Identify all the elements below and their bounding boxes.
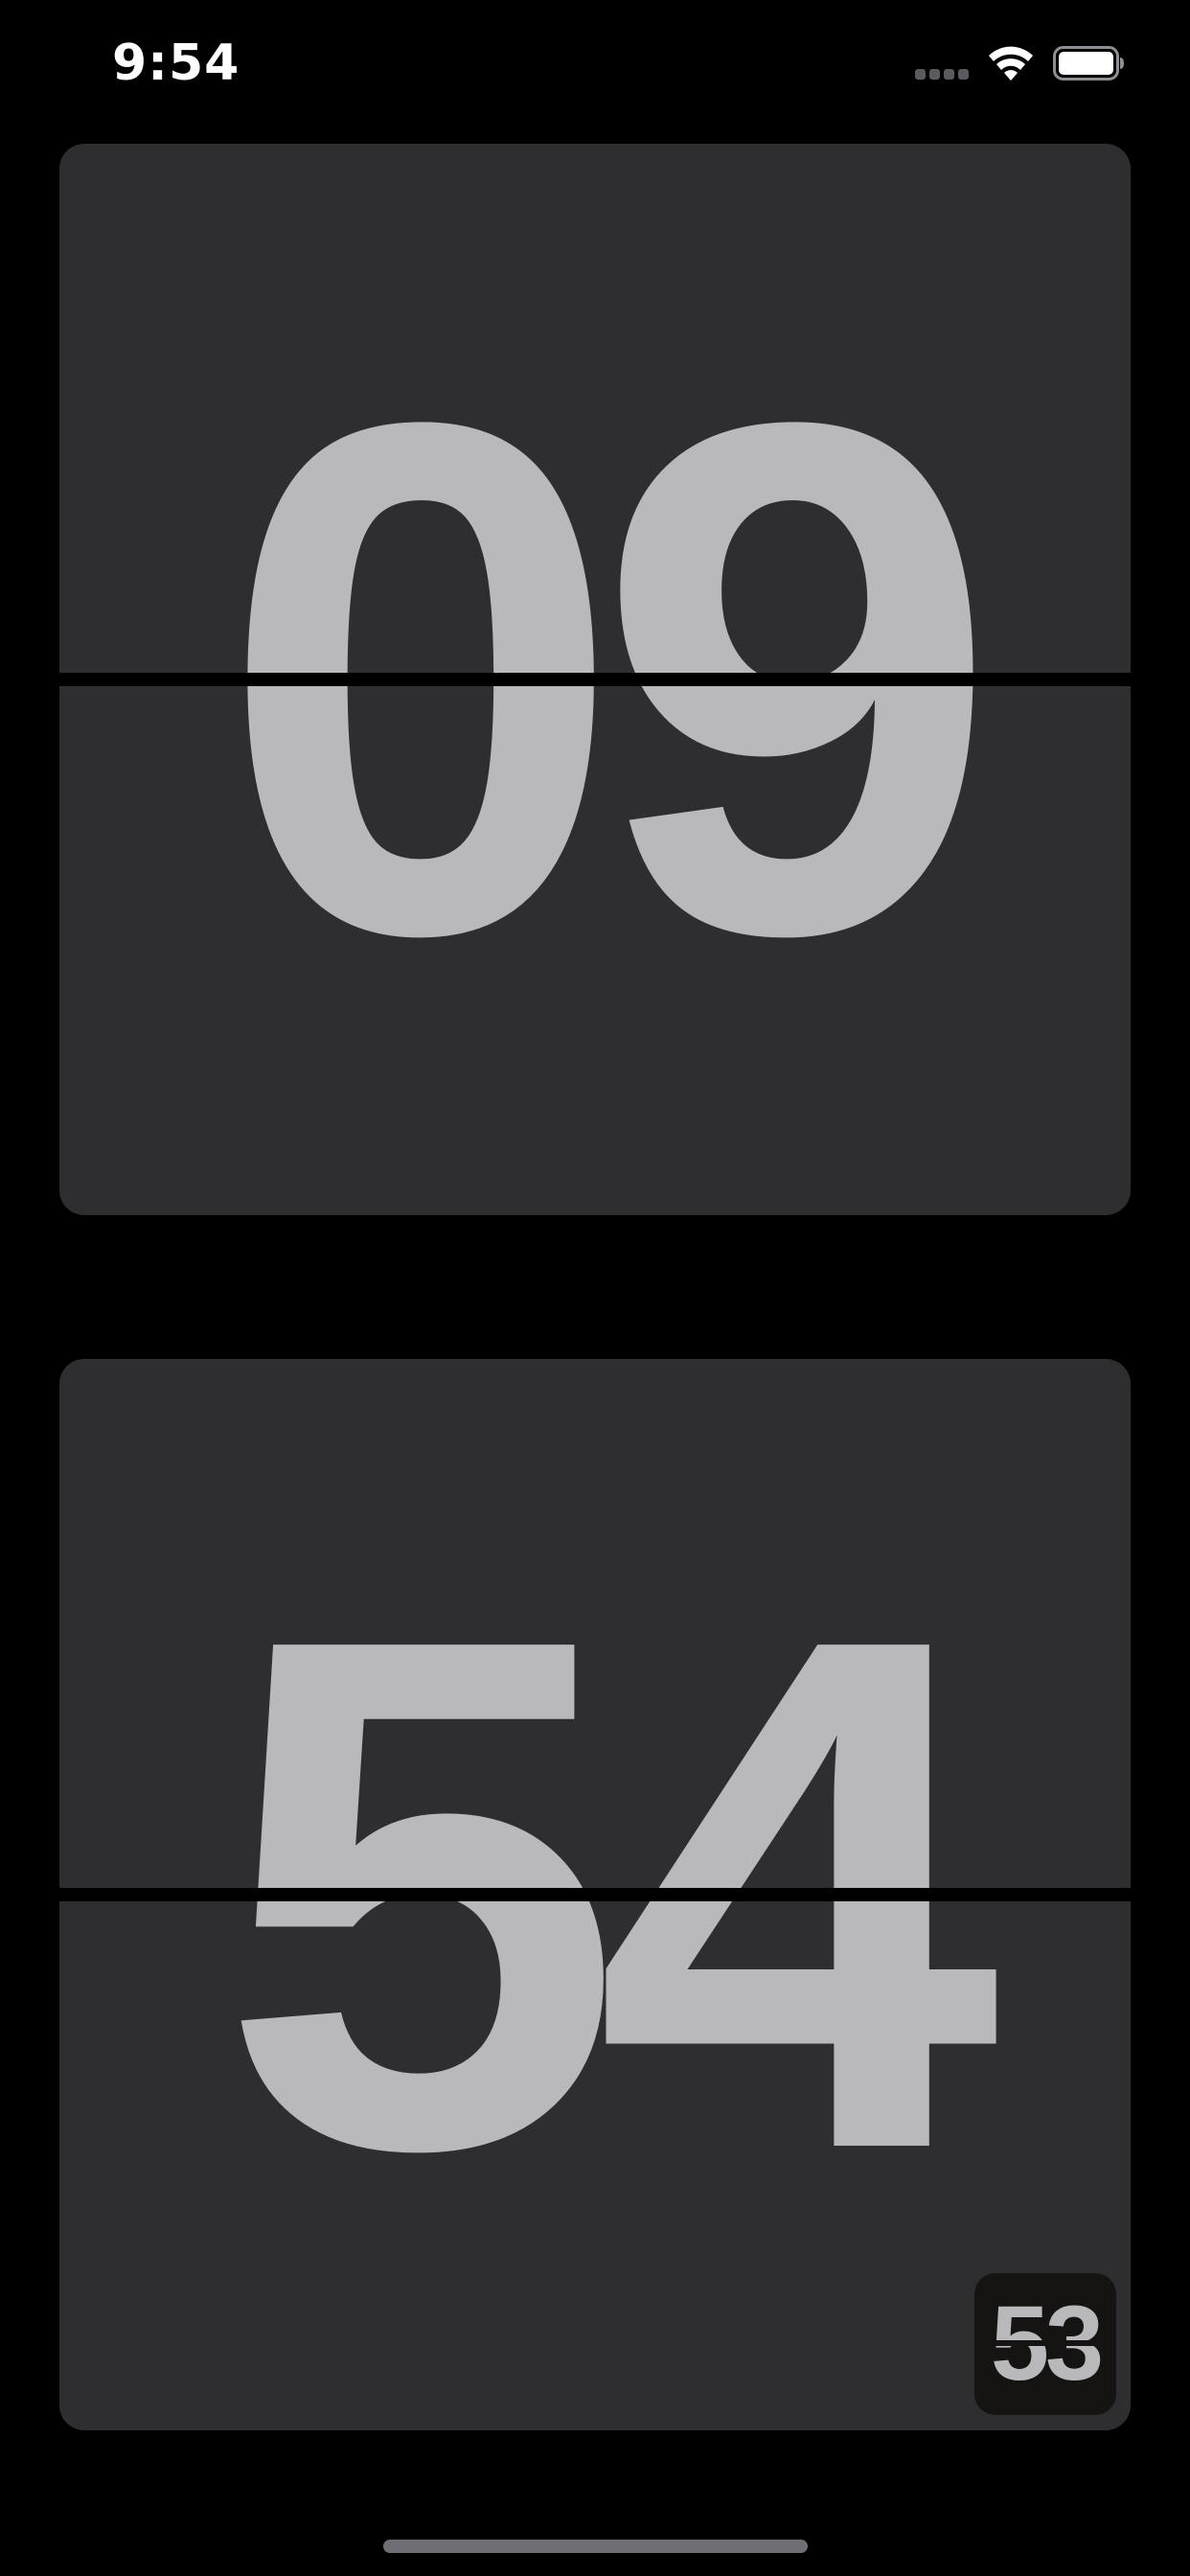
wifi-icon	[989, 46, 1033, 80]
flip-divider	[59, 1888, 1131, 1901]
seconds-flip-card[interactable]: 53	[974, 2273, 1116, 2415]
minutes-flip-card[interactable]: 54	[59, 1359, 1131, 2430]
signal-dot	[958, 69, 969, 80]
signal-dot	[944, 69, 954, 80]
battery-icon	[1053, 46, 1124, 80]
status-time: 9:54	[112, 34, 240, 92]
home-indicator[interactable]	[383, 2540, 808, 2553]
flip-divider	[974, 2340, 1116, 2346]
flip-divider	[59, 673, 1131, 686]
status-bar: 9:54	[0, 0, 1190, 134]
hours-flip-card[interactable]: 09	[59, 144, 1131, 1215]
signal-dot	[915, 69, 926, 80]
signal-dot	[929, 69, 940, 80]
signal-icon	[915, 69, 969, 80]
